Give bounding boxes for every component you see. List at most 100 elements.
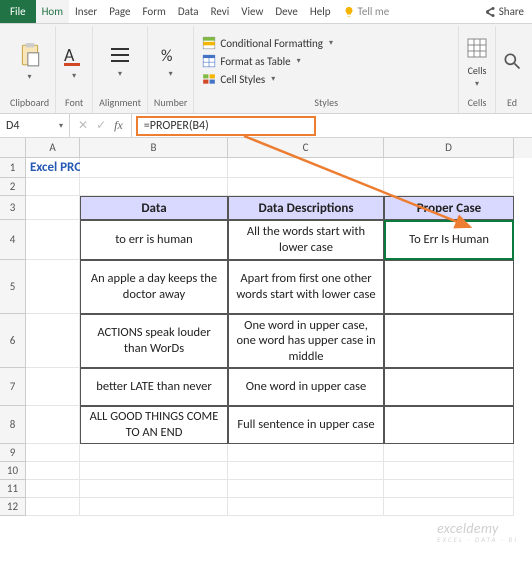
name-box[interactable]: D4 ▾ (0, 114, 70, 137)
cell[interactable] (384, 158, 514, 178)
formula-bar: D4 ▾ ✕ ✓ fx =PROPER(B4) (0, 114, 532, 138)
cell[interactable] (26, 444, 80, 462)
row-header[interactable]: 11 (0, 480, 26, 498)
col-header-c[interactable]: C (228, 138, 384, 158)
cell[interactable] (26, 196, 80, 220)
table-header-proper[interactable]: Proper Case (384, 196, 514, 220)
col-header-a[interactable]: A (26, 138, 80, 158)
cell[interactable] (80, 462, 228, 480)
data-cell[interactable]: One word in upper case, one word has upp… (228, 314, 384, 368)
cell[interactable] (384, 444, 514, 462)
table-header-desc[interactable]: Data Descriptions (228, 196, 384, 220)
enter-icon[interactable]: ✓ (96, 118, 106, 133)
data-cell[interactable] (384, 368, 514, 406)
cell-styles-label: Cell Styles (220, 73, 265, 86)
cells-button[interactable]: Cells▾ (465, 34, 489, 89)
cell[interactable] (26, 462, 80, 480)
row-header[interactable]: 7 (0, 368, 26, 406)
cell[interactable] (228, 178, 384, 196)
cell[interactable] (228, 444, 384, 462)
group-label-number: Number (154, 94, 187, 111)
row-header[interactable]: 3 (0, 196, 26, 220)
data-cell[interactable]: ACTIONS speak louder than WorDs (80, 314, 228, 368)
tab-data[interactable]: Data (172, 0, 205, 23)
formula-input[interactable]: =PROPER(B4) (136, 116, 316, 136)
tell-me[interactable]: Tell me (337, 0, 396, 23)
tab-review[interactable]: Revi (205, 0, 236, 23)
fx-icon[interactable]: fx (114, 118, 123, 133)
data-cell[interactable]: All the words start with lower case (228, 220, 384, 260)
cell[interactable] (26, 480, 80, 498)
lightbulb-icon (343, 6, 355, 18)
cell[interactable] (80, 480, 228, 498)
cell[interactable] (80, 498, 228, 516)
cell[interactable] (80, 178, 228, 196)
cell[interactable] (384, 498, 514, 516)
tab-developer[interactable]: Deve (269, 0, 304, 23)
tab-home[interactable]: Hom (36, 0, 69, 23)
cell[interactable] (228, 480, 384, 498)
format-as-table-button[interactable]: Format as Table▾ (200, 53, 452, 69)
data-cell[interactable]: to err is human (80, 220, 228, 260)
cell[interactable] (80, 158, 228, 178)
cell[interactable] (26, 368, 80, 406)
data-cell[interactable]: Apart from first one other words start w… (228, 260, 384, 314)
data-cell[interactable] (384, 260, 514, 314)
data-cell[interactable]: An apple a day keeps the doctor away (80, 260, 228, 314)
spreadsheet-grid: A B C D 1 Excel PROPER Function 2 3 Data… (0, 138, 532, 516)
cell[interactable] (26, 498, 80, 516)
row-header[interactable]: 4 (0, 220, 26, 260)
cancel-icon[interactable]: ✕ (78, 118, 88, 133)
table-header-data[interactable]: Data (80, 196, 228, 220)
font-button[interactable]: A ▾ (62, 41, 86, 81)
cell[interactable] (384, 480, 514, 498)
cell[interactable] (384, 178, 514, 196)
watermark: exceldemy EXCEL · DATA · BI (437, 520, 518, 544)
cell[interactable] (26, 220, 80, 260)
tab-formulas[interactable]: Form (136, 0, 171, 23)
cell-styles-button[interactable]: Cell Styles▾ (200, 71, 452, 87)
row-header[interactable]: 9 (0, 444, 26, 462)
cell[interactable] (26, 406, 80, 444)
data-cell[interactable] (384, 314, 514, 368)
conditional-formatting-button[interactable]: Conditional Formatting▾ (200, 35, 452, 51)
name-box-value: D4 (6, 119, 19, 133)
row-header[interactable]: 12 (0, 498, 26, 516)
row-header[interactable]: 5 (0, 260, 26, 314)
cell[interactable] (26, 314, 80, 368)
row-header[interactable]: 2 (0, 178, 26, 196)
row-header[interactable]: 6 (0, 314, 26, 368)
selected-cell-d4[interactable]: To Err Is Human (384, 220, 514, 260)
data-cell[interactable]: One word in upper case (228, 368, 384, 406)
tab-view[interactable]: View (235, 0, 269, 23)
data-cell[interactable]: better LATE than never (80, 368, 228, 406)
cell[interactable] (228, 498, 384, 516)
cell[interactable] (26, 178, 80, 196)
group-label-clipboard: Clipboard (10, 94, 49, 111)
select-all-corner[interactable] (0, 138, 26, 158)
tab-help[interactable]: Help (304, 0, 337, 23)
cell[interactable] (80, 444, 228, 462)
data-cell[interactable]: Full sentence in upper case (228, 406, 384, 444)
data-cell[interactable] (384, 406, 514, 444)
editing-button[interactable] (502, 49, 522, 73)
row-header[interactable]: 1 (0, 158, 26, 178)
data-cell[interactable]: ALL GOOD THINGS COME TO AN END (80, 406, 228, 444)
cell[interactable] (384, 462, 514, 480)
share-button[interactable]: Share (478, 0, 532, 23)
col-header-b[interactable]: B (80, 138, 228, 158)
alignment-button[interactable]: ▾ (108, 43, 132, 79)
paste-button[interactable]: ▾ (17, 40, 43, 82)
tab-file[interactable]: File (0, 0, 36, 23)
row-header[interactable]: 10 (0, 462, 26, 480)
cell[interactable] (26, 260, 80, 314)
cell[interactable] (228, 158, 384, 178)
col-header-d[interactable]: D (384, 138, 514, 158)
row-header[interactable]: 8 (0, 406, 26, 444)
number-button[interactable]: % ▾ (159, 43, 183, 79)
title-cell[interactable]: Excel PROPER Function (26, 158, 80, 178)
cell[interactable] (228, 462, 384, 480)
tab-insert[interactable]: Inser (69, 0, 103, 23)
group-alignment: ▾ Alignment (93, 26, 148, 113)
tab-page-layout[interactable]: Page (103, 0, 136, 23)
